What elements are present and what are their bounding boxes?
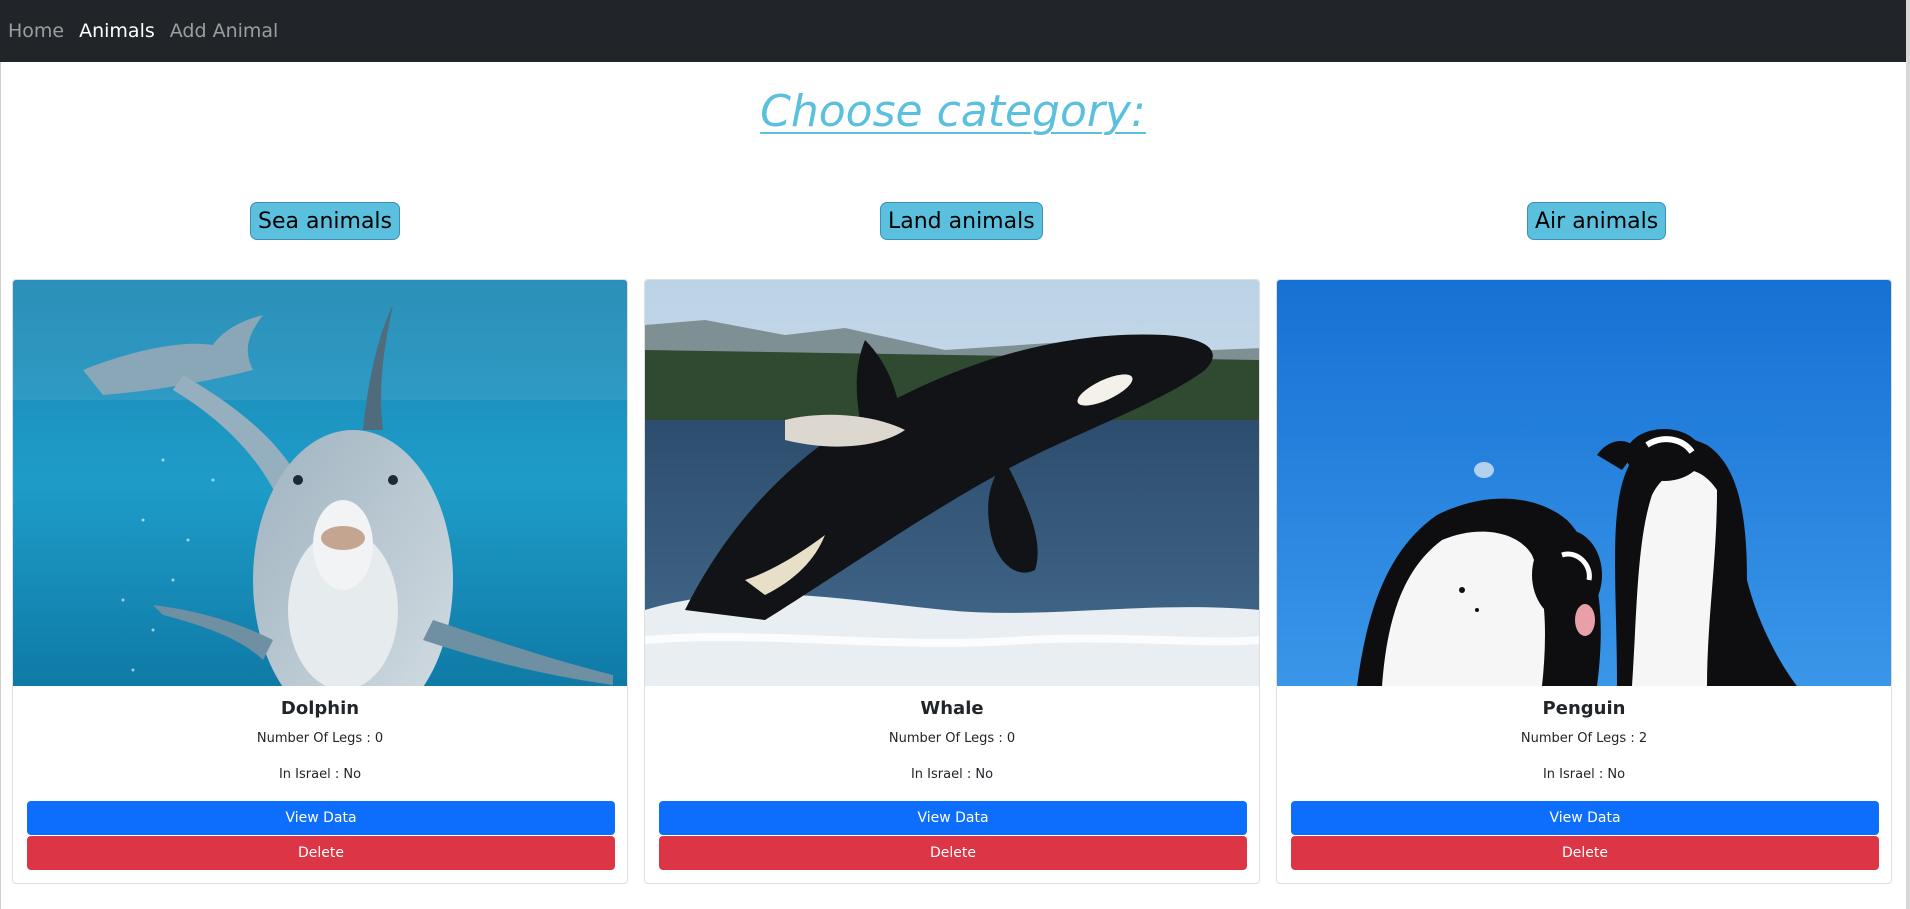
view-data-button[interactable]: View Data [659, 801, 1247, 835]
card-title: Penguin [1542, 698, 1626, 719]
sea-animals-button[interactable]: Sea animals [250, 202, 400, 240]
delete-button[interactable]: Delete [27, 836, 615, 870]
penguin-image [1277, 280, 1891, 686]
card-title: Dolphin [280, 698, 360, 719]
window-edge [0, 62, 1, 909]
in-israel: In Israel : No [910, 767, 994, 782]
animal-card-penguin: Penguin Number Of Legs : 2 In Israel : N… [1276, 279, 1892, 884]
navbar: Home Animals Add Animal [0, 0, 1906, 62]
delete-button[interactable]: Delete [659, 836, 1247, 870]
nav-home-link[interactable]: Home [8, 20, 64, 42]
number-of-legs: Number Of Legs : 2 [1520, 731, 1648, 746]
view-data-button[interactable]: View Data [27, 801, 615, 835]
view-data-button[interactable]: View Data [1291, 801, 1879, 835]
nav-animals-link[interactable]: Animals [79, 20, 155, 42]
in-israel: In Israel : No [1542, 767, 1626, 782]
dolphin-image [13, 280, 627, 686]
nav-add-animal-link[interactable]: Add Animal [170, 20, 279, 42]
animal-card-dolphin: Dolphin Number Of Legs : 0 In Israel : N… [12, 279, 628, 884]
number-of-legs: Number Of Legs : 0 [888, 731, 1016, 746]
air-animals-button[interactable]: Air animals [1527, 202, 1667, 240]
vertical-scrollbar[interactable] [1906, 0, 1910, 909]
whale-image [645, 280, 1259, 686]
land-animals-button[interactable]: Land animals [880, 202, 1043, 240]
page-title: Choose category: [760, 86, 1146, 137]
in-israel: In Israel : No [278, 767, 362, 782]
animal-card-whale: Whale Number Of Legs : 0 In Israel : No … [644, 279, 1260, 884]
delete-button[interactable]: Delete [1291, 836, 1879, 870]
number-of-legs: Number Of Legs : 0 [256, 731, 384, 746]
card-title: Whale [920, 698, 984, 719]
